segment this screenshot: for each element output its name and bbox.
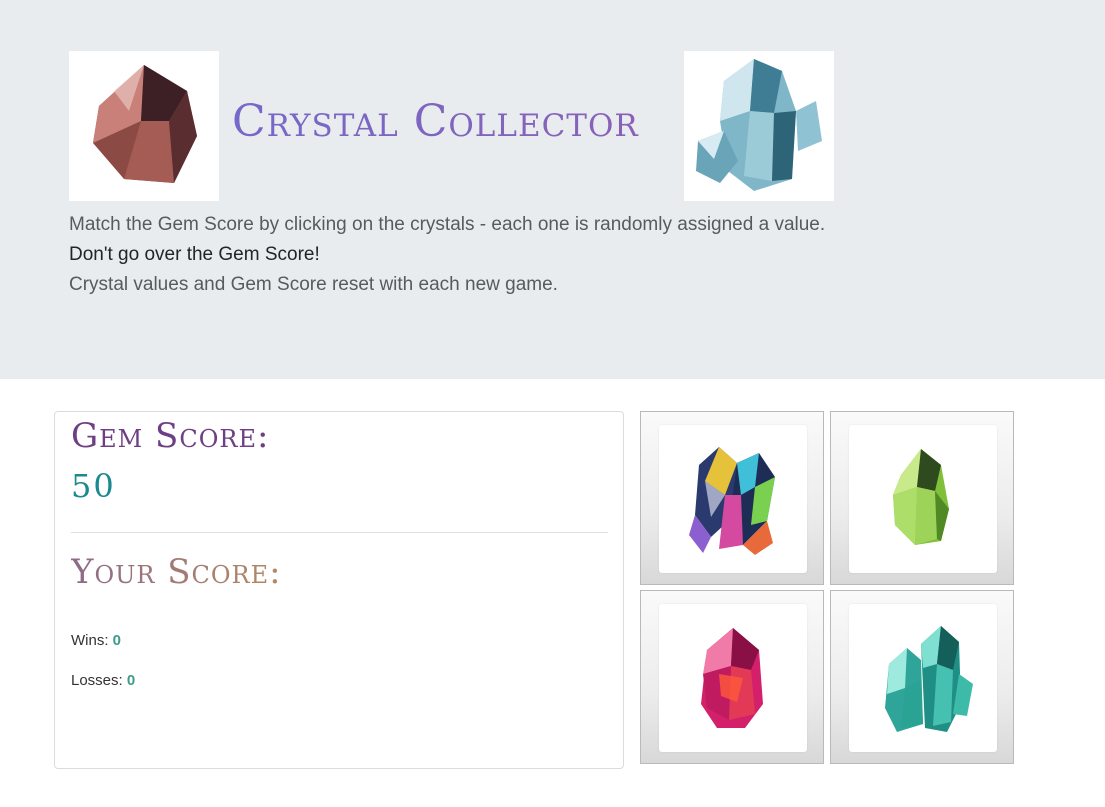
crystal-button-4[interactable] bbox=[830, 590, 1014, 764]
gem-score-label: Gem Score: bbox=[71, 416, 270, 456]
jumbotron: Crystal Collector Match the Gem Score by… bbox=[0, 0, 1105, 379]
wins-value: 0 bbox=[112, 632, 122, 649]
crystal-button-2[interactable] bbox=[830, 411, 1014, 585]
green-crystal-icon bbox=[849, 425, 997, 573]
intro-line-1: Match the Gem Score by clicking on the c… bbox=[69, 214, 826, 235]
wins-label: Wins: bbox=[71, 632, 109, 649]
rainbow-crystal-icon bbox=[659, 425, 807, 573]
brown-crystal-icon bbox=[69, 51, 219, 201]
crystal-button-3[interactable] bbox=[640, 590, 824, 764]
intro-warning: Don't go over the Gem Score! bbox=[69, 244, 320, 265]
score-card: Gem Score: 50 Your Score: Wins: 0 Losses… bbox=[54, 411, 624, 769]
crystal-button-1[interactable] bbox=[640, 411, 824, 585]
pink-crystal-icon bbox=[659, 604, 807, 752]
divider bbox=[71, 532, 608, 533]
losses-label: Losses: bbox=[71, 672, 123, 689]
page-title: Crystal Collector bbox=[232, 92, 639, 152]
teal-crystal-icon bbox=[849, 604, 997, 752]
gem-score-value: 50 bbox=[71, 467, 116, 505]
blue-crystal-icon bbox=[684, 51, 834, 201]
your-score-label: Your Score: bbox=[71, 552, 282, 592]
losses-value: 0 bbox=[126, 672, 136, 689]
intro-line-3: Crystal values and Gem Score reset with … bbox=[69, 274, 558, 295]
losses-stat: Losses: 0 bbox=[71, 672, 135, 689]
wins-stat: Wins: 0 bbox=[71, 632, 121, 649]
